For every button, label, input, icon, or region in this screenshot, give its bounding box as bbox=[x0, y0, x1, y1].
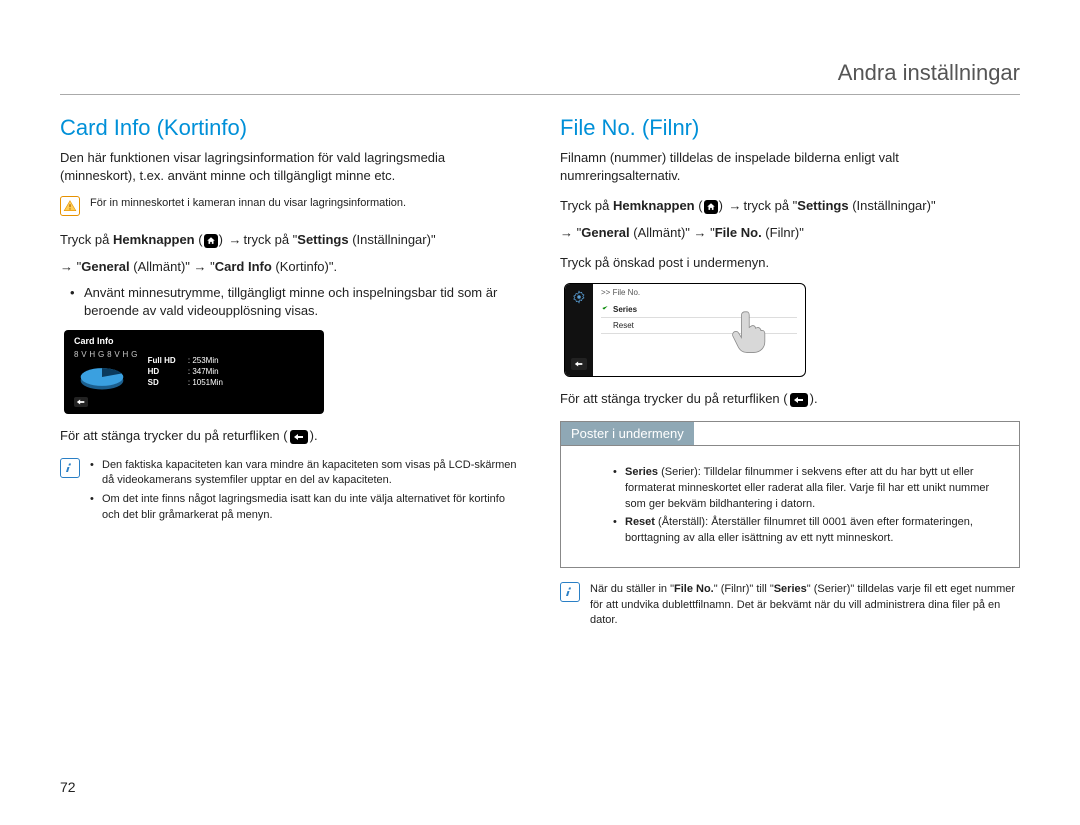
pie-chart-icon bbox=[74, 361, 130, 393]
touch-hand-icon bbox=[725, 304, 775, 354]
gear-icon bbox=[572, 290, 586, 309]
file-no-desc: Filnamn (nummer) tilldelas de inspelade … bbox=[560, 149, 1020, 184]
warning-note: För in minneskortet i kameran innan du v… bbox=[60, 196, 520, 216]
card-info-close-line: För att stänga trycker du på returfliken… bbox=[60, 428, 520, 444]
info-bullet-1: Den faktiska kapaciteten kan vara mindre… bbox=[90, 458, 520, 489]
submenu-item-series: Series (Serier): Tilldelar filnummer i s… bbox=[613, 465, 1007, 513]
card-info-bullet: Använt minnesutrymme, tillgängligt minne… bbox=[60, 284, 520, 320]
page-header: Andra inställningar bbox=[60, 60, 1020, 95]
screenshot-sidebar bbox=[565, 284, 593, 376]
return-icon bbox=[74, 397, 88, 407]
screenshot-title: Card Info bbox=[74, 336, 314, 346]
submenu-item-reset: Reset (Återställ): Återställer filnumret… bbox=[613, 515, 1007, 547]
card-info-nav-path: Tryck på Hemknappen () →tryck på "Settin… bbox=[60, 230, 520, 251]
screenshot-used-text: 8 V H G 8 V H G bbox=[74, 350, 138, 359]
submenu-box-title: Poster i undermeny bbox=[561, 422, 694, 445]
file-no-nav-path-2: → "General (Allmänt)" → "File No. (Filnr… bbox=[560, 223, 1020, 244]
warning-icon bbox=[60, 196, 80, 216]
card-info-desc: Den här funktionen visar lagringsinforma… bbox=[60, 149, 520, 184]
info-icon bbox=[60, 458, 80, 478]
page-number: 72 bbox=[60, 779, 76, 795]
left-column: Card Info (Kortinfo) Den här funktionen … bbox=[60, 115, 520, 643]
file-no-info-text: När du ställer in "File No." (Filnr)" ti… bbox=[590, 582, 1020, 628]
file-no-title: File No. (Filnr) bbox=[560, 115, 1020, 141]
screenshot-breadcrumb: >> File No. bbox=[601, 288, 797, 297]
info-icon bbox=[560, 582, 580, 602]
return-icon bbox=[790, 393, 808, 407]
home-icon bbox=[704, 200, 718, 214]
file-no-close-line: För att stänga trycker du på returfliken… bbox=[560, 391, 1020, 407]
submenu-box: Poster i undermeny Series (Serier): Till… bbox=[560, 421, 1020, 569]
file-no-info-note: När du ställer in "File No." (Filnr)" ti… bbox=[560, 582, 1020, 628]
return-icon bbox=[290, 430, 308, 444]
right-column: File No. (Filnr) Filnamn (nummer) tillde… bbox=[560, 115, 1020, 643]
card-info-info-note: Den faktiska kapaciteten kan vara mindre… bbox=[60, 458, 520, 528]
card-info-nav-path-2: → "General (Allmänt)" → "Card Info (Kort… bbox=[60, 257, 520, 278]
return-icon bbox=[571, 358, 587, 370]
card-info-screenshot: Card Info 8 V H G 8 V H G F bbox=[64, 330, 324, 414]
check-icon bbox=[601, 304, 609, 314]
screenshot-stats: Full HD : 253Min HD : 347Min SD : 1051Mi… bbox=[148, 355, 223, 389]
home-icon bbox=[204, 234, 218, 248]
info-bullet-2: Om det inte finns något lagringsmedia is… bbox=[90, 492, 520, 523]
card-info-title: Card Info (Kortinfo) bbox=[60, 115, 520, 141]
warning-text: För in minneskortet i kameran innan du v… bbox=[90, 196, 406, 216]
file-no-screenshot: >> File No. Series Reset bbox=[564, 283, 806, 377]
file-no-sub-intro: Tryck på önskad post i undermenyn. bbox=[560, 254, 1020, 272]
file-no-nav-path: Tryck på Hemknappen () →tryck på "Settin… bbox=[560, 196, 1020, 217]
